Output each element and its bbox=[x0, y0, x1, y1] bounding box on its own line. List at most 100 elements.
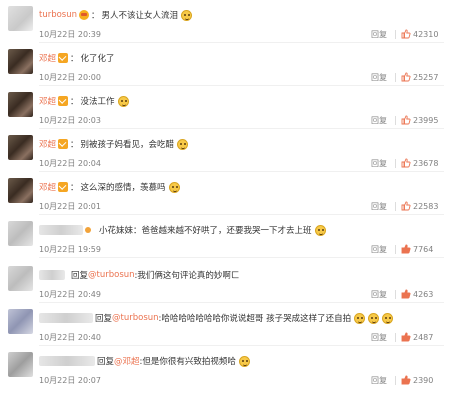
divider bbox=[395, 73, 396, 82]
thumbs-up-icon bbox=[401, 158, 411, 168]
comment-text: 小花妹妹：爸爸越来越不好哄了，还要我哭一下才去上班 bbox=[99, 226, 312, 236]
reply-button[interactable]: 回复 bbox=[371, 244, 387, 255]
comment-line: 小花妹妹：爸爸越来越不好哄了，还要我哭一下才去上班 bbox=[39, 224, 326, 236]
comment-meta: 10月22日 20:04 回复 23678 bbox=[39, 158, 444, 169]
reply-prefix: 回复 bbox=[97, 357, 115, 367]
comment-meta: 10月22日 20:00 回复 25257 bbox=[39, 72, 444, 83]
avatar[interactable] bbox=[8, 266, 33, 291]
timestamp: 10月22日 20:49 bbox=[39, 290, 101, 299]
reply-button[interactable]: 回复 bbox=[371, 115, 387, 126]
emoji-icon bbox=[238, 355, 250, 367]
avatar[interactable] bbox=[8, 221, 33, 246]
username[interactable]: turbosun bbox=[39, 10, 77, 20]
username-blurred[interactable] bbox=[39, 356, 95, 366]
username[interactable]: 邓超 bbox=[39, 52, 56, 64]
divider bbox=[395, 30, 396, 39]
member-crown-icon bbox=[79, 10, 90, 20]
comment-meta: 10月22日 20:40 回复 2487 bbox=[39, 332, 444, 343]
timestamp: 10月22日 20:40 bbox=[39, 333, 101, 342]
reply-button[interactable]: 回复 bbox=[371, 72, 387, 83]
timestamp: 10月22日 20:01 bbox=[39, 202, 101, 211]
emoji-icon bbox=[368, 312, 380, 324]
reply-button[interactable]: 回复 bbox=[371, 375, 387, 386]
like-button[interactable]: 23995 bbox=[401, 115, 438, 125]
divider bbox=[395, 376, 396, 385]
reply-button[interactable]: 回复 bbox=[371, 332, 387, 343]
avatar[interactable] bbox=[8, 135, 33, 160]
reply-button[interactable]: 回复 bbox=[371, 201, 387, 212]
like-button[interactable]: 25257 bbox=[401, 72, 438, 82]
comment-text: 化了化了 bbox=[80, 54, 115, 64]
mention-link[interactable]: @邓超 bbox=[114, 355, 140, 367]
colon: ： bbox=[70, 54, 79, 64]
reply-button[interactable]: 回复 bbox=[371, 158, 387, 169]
reply-prefix: 回复 bbox=[95, 314, 113, 324]
row-divider bbox=[39, 257, 444, 258]
like-count: 23995 bbox=[413, 115, 439, 125]
avatar[interactable] bbox=[8, 6, 33, 31]
username[interactable]: 邓超 bbox=[39, 181, 56, 193]
colon: ： bbox=[70, 97, 79, 107]
emoji-icon bbox=[314, 224, 326, 236]
colon: ： bbox=[70, 183, 79, 193]
username-blurred[interactable] bbox=[39, 225, 83, 235]
avatar[interactable] bbox=[8, 49, 33, 74]
verified-v-icon bbox=[58, 182, 69, 192]
like-button[interactable]: 2487 bbox=[401, 332, 433, 342]
comment-item: 回复 @turbosun :哈哈哈哈哈哈哈你说说超哥 孩子哭成这样了还自拍 10… bbox=[0, 303, 450, 346]
comment-item: 邓超 ： 化了化了 10月22日 20:00 回复 25257 bbox=[0, 43, 450, 86]
timestamp: 10月22日 20:39 bbox=[39, 30, 101, 39]
comment-item: 小花妹妹：爸爸越来越不好哄了，还要我哭一下才去上班 10月22日 19:59 回… bbox=[0, 215, 450, 258]
like-button[interactable]: 42310 bbox=[401, 29, 438, 39]
emoji-icon bbox=[354, 312, 366, 324]
emoji-icon bbox=[177, 138, 189, 150]
divider bbox=[395, 290, 396, 299]
thumbs-up-icon bbox=[401, 201, 411, 211]
thumbs-up-icon bbox=[401, 72, 411, 82]
divider bbox=[395, 245, 396, 254]
comment-line: 邓超 ： 化了化了 bbox=[39, 52, 115, 64]
like-button[interactable]: 22583 bbox=[401, 201, 438, 211]
timestamp: 10月22日 20:07 bbox=[39, 376, 101, 385]
like-count: 42310 bbox=[413, 29, 439, 39]
comment-line: 回复 @邓超 :但是你很有兴致拍视频哈 bbox=[39, 355, 250, 367]
comment-meta: 10月22日 20:03 回复 23995 bbox=[39, 115, 444, 126]
mention-link[interactable]: @turbosun bbox=[112, 313, 159, 323]
comment-line: 邓超 ： 这么深的感情，羡慕吗 bbox=[39, 181, 180, 193]
avatar[interactable] bbox=[8, 178, 33, 203]
colon: ： bbox=[91, 11, 100, 21]
verified-v-icon bbox=[58, 139, 69, 149]
comment-item: 邓超 ： 别被孩子妈看见，会吃醋 10月22日 20:04 回复 23678 bbox=[0, 129, 450, 172]
thumbs-up-icon bbox=[401, 29, 411, 39]
comment-line: 回复 @turbosun :我们俩这句评论真的妙啊ㄈ bbox=[39, 269, 239, 281]
username-blurred[interactable] bbox=[39, 270, 65, 280]
like-button[interactable]: 2390 bbox=[401, 375, 433, 385]
like-button[interactable]: 7764 bbox=[401, 244, 433, 254]
username[interactable]: 邓超 bbox=[39, 138, 56, 150]
comment-meta: 10月22日 20:07 回复 2390 bbox=[39, 375, 444, 386]
thumbs-up-icon bbox=[401, 332, 411, 342]
username-blurred[interactable] bbox=[39, 313, 93, 323]
comment-meta: 10月22日 20:39 回复 42310 bbox=[39, 29, 444, 40]
reply-button[interactable]: 回复 bbox=[371, 289, 387, 300]
like-count: 2487 bbox=[413, 332, 434, 342]
colon: ： bbox=[70, 140, 79, 150]
like-count: 7764 bbox=[413, 244, 434, 254]
avatar[interactable] bbox=[8, 309, 33, 334]
thumbs-up-icon bbox=[401, 115, 411, 125]
avatar[interactable] bbox=[8, 92, 33, 117]
reply-button[interactable]: 回复 bbox=[371, 29, 387, 40]
like-count: 23678 bbox=[413, 158, 439, 168]
comment-text: 男人不该让女人流泪 bbox=[101, 11, 179, 21]
emoji-icon bbox=[382, 312, 394, 324]
like-button[interactable]: 4263 bbox=[401, 289, 433, 299]
comment-text: :我们俩这句评论真的妙啊ㄈ bbox=[134, 271, 240, 281]
like-button[interactable]: 23678 bbox=[401, 158, 438, 168]
comment-item: 邓超 ： 这么深的感情，羡慕吗 10月22日 20:01 回复 22583 bbox=[0, 172, 450, 215]
avatar[interactable] bbox=[8, 352, 33, 377]
like-count: 25257 bbox=[413, 72, 439, 82]
mention-link[interactable]: @turbosun bbox=[88, 270, 135, 280]
like-count: 22583 bbox=[413, 201, 439, 211]
comment-text: 这么深的感情，羡慕吗 bbox=[80, 183, 166, 193]
username[interactable]: 邓超 bbox=[39, 95, 56, 107]
